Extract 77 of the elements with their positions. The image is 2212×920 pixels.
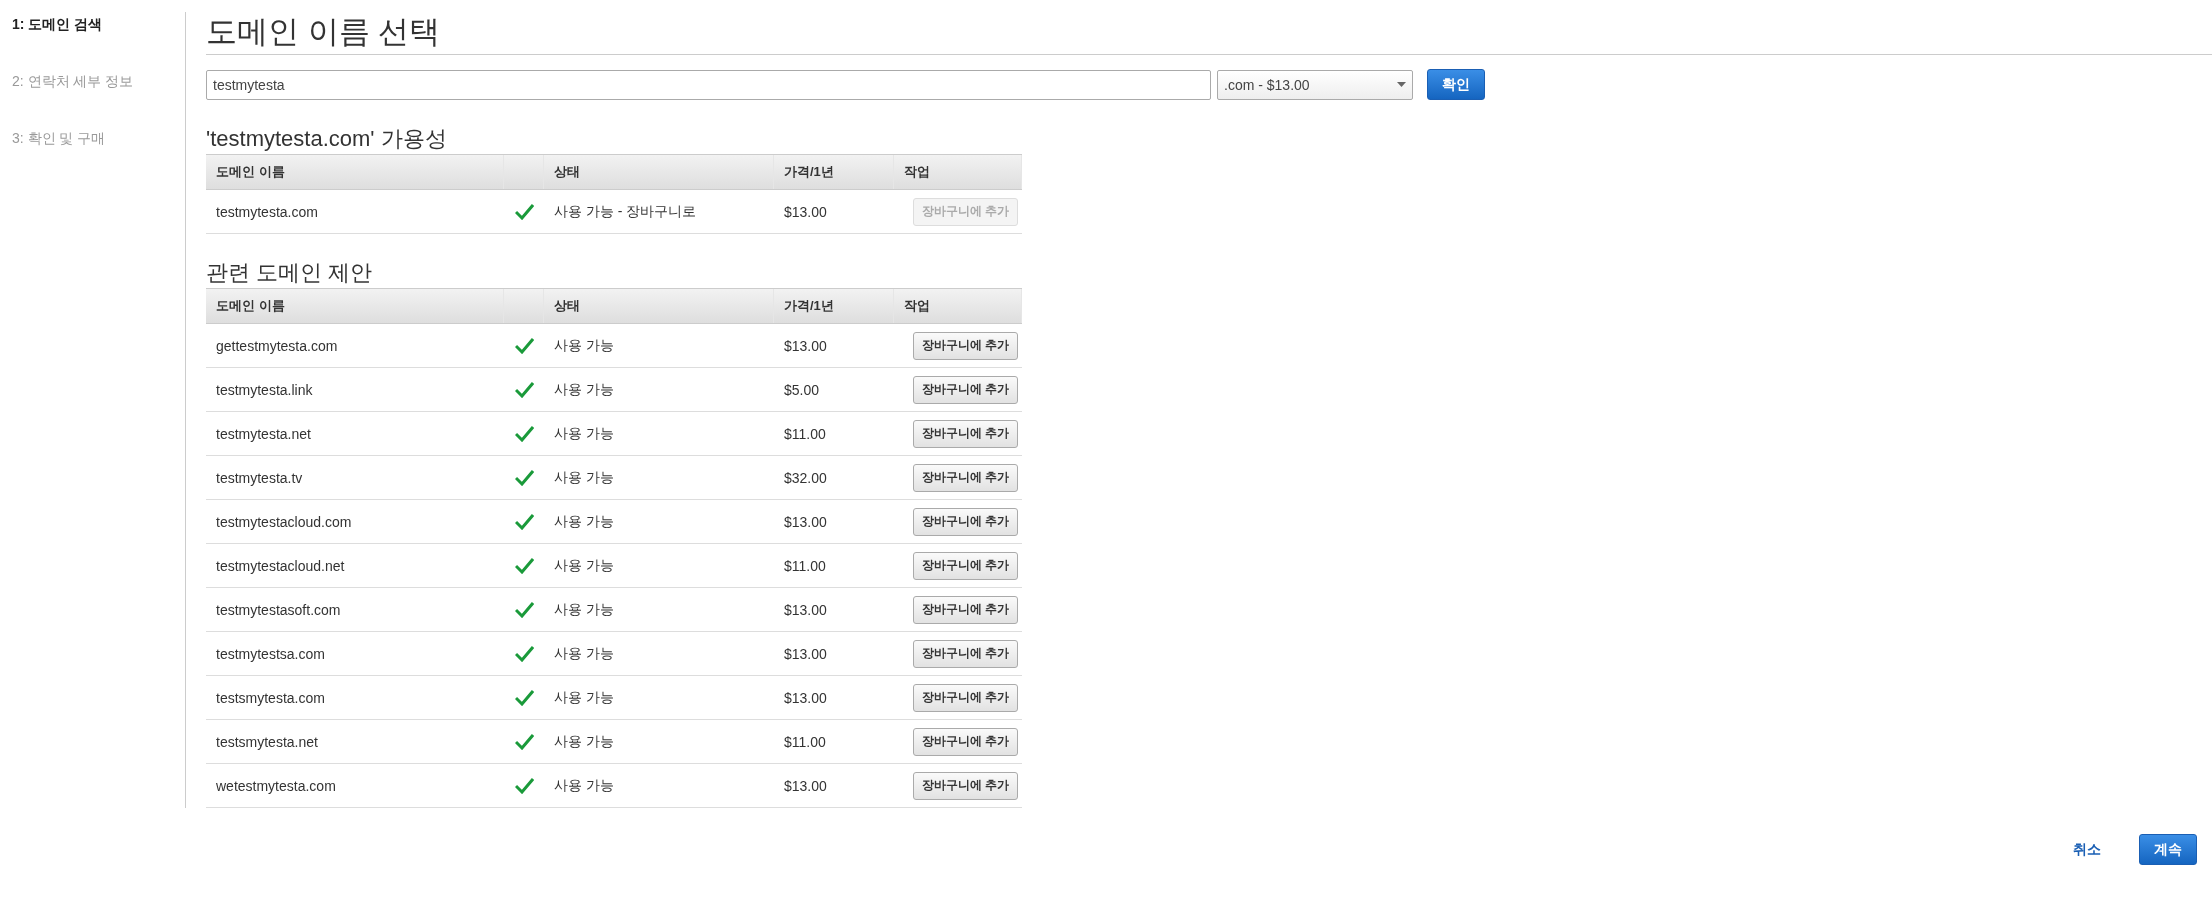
domain-name: testsmytesta.com xyxy=(215,689,326,706)
price-text: $11.00 xyxy=(783,425,827,442)
add-to-cart-button[interactable]: 장바구니에 추가 xyxy=(912,419,1018,448)
price-text: $11.00 xyxy=(783,733,827,750)
add-to-cart-button[interactable]: 장바구니에 추가 xyxy=(912,727,1018,756)
add-to-cart-button[interactable]: 장바구니에 추가 xyxy=(912,375,1018,404)
page-title: 도메인 이름 선택 xyxy=(206,13,442,51)
section-heading: 'testmytesta.com' 가용성 xyxy=(206,126,448,152)
checkmark-icon xyxy=(514,557,534,574)
checkmark-icon xyxy=(514,381,534,398)
column-header: 작업 xyxy=(894,289,1022,323)
status-text: 사용 가능 xyxy=(553,688,615,707)
status-text: 사용 가능 xyxy=(553,644,615,663)
price-text: $11.00 xyxy=(783,557,827,574)
column-header: 도메인 이름 xyxy=(206,289,504,323)
column-header: 상태 xyxy=(544,289,774,323)
status-text: 사용 가능 xyxy=(553,600,615,619)
price-text: $13.00 xyxy=(783,689,828,706)
price-text: $13.00 xyxy=(783,337,828,354)
column-header: 상태 xyxy=(544,155,774,189)
add-to-cart-button[interactable]: 장바구니에 추가 xyxy=(912,683,1018,712)
add-to-cart-button[interactable]: 장바구니에 추가 xyxy=(912,595,1018,624)
status-text: 사용 가능 xyxy=(553,468,615,487)
status-text: 사용 가능 xyxy=(553,380,615,399)
cancel-link[interactable]: 취소 xyxy=(2073,840,2101,859)
step-item[interactable]: 1: 도메인 검색 xyxy=(12,16,185,33)
column-header: 작업 xyxy=(894,155,1022,189)
column-header: 도메인 이름 xyxy=(206,155,504,189)
status-text: 사용 가능 xyxy=(553,512,615,531)
caret-icon xyxy=(1397,82,1406,87)
domain-name: testmytestacloud.com xyxy=(215,513,353,530)
checkmark-icon xyxy=(514,425,534,442)
domain-name: testmytesta.net xyxy=(215,425,312,442)
domain-name: testmytesta.link xyxy=(215,381,314,398)
add-to-cart-button[interactable]: 장바구니에 추가 xyxy=(912,551,1018,580)
price-text: $13.00 xyxy=(783,645,828,662)
checkmark-icon xyxy=(514,645,534,662)
status-text: 사용 가능 xyxy=(553,732,615,751)
checkmark-icon xyxy=(514,689,534,706)
checkmark-icon xyxy=(514,733,534,750)
domain-name: gettestmytesta.com xyxy=(215,337,339,354)
column-header: 가격/1년 xyxy=(774,155,894,189)
status-text: 사용 가능 xyxy=(553,776,615,795)
confirm-button[interactable]: 확인 xyxy=(1427,69,1485,100)
checkmark-icon xyxy=(514,513,534,530)
domain-name: testmytesta.com xyxy=(215,203,319,220)
tld-dropdown[interactable]: .com - $13.00 xyxy=(1217,69,1413,100)
add-to-cart-button[interactable]: 장바구니에 추가 xyxy=(912,331,1018,360)
domain-name: wetestmytesta.com xyxy=(215,777,337,794)
price-text: $13.00 xyxy=(783,601,828,618)
add-to-cart-button[interactable]: 장바구니에 추가 xyxy=(912,507,1018,536)
checkmark-icon xyxy=(514,601,534,618)
checkmark-icon xyxy=(514,337,534,354)
checkmark-icon xyxy=(514,777,534,794)
add-to-cart-button[interactable]: 장바구니에 추가 xyxy=(912,463,1018,492)
column-header: 가격/1년 xyxy=(774,289,894,323)
price-text: $32.00 xyxy=(783,469,828,486)
domain-input[interactable]: testmytesta xyxy=(206,69,1211,100)
section-heading: 관련 도메인 제안 xyxy=(206,260,374,286)
status-text: 사용 가능 xyxy=(553,336,615,355)
domain-name: testmytestasoft.com xyxy=(215,601,342,618)
add-to-cart-button[interactable]: 장바구니에 추가 xyxy=(912,771,1018,800)
continue-button[interactable]: 계속 xyxy=(2139,834,2197,865)
status-text: 사용 가능 xyxy=(553,556,615,575)
price-text: $13.00 xyxy=(783,513,828,530)
checkmark-icon xyxy=(514,203,534,220)
status-text: 사용 가능 - 장바구니로 xyxy=(553,202,698,221)
add-to-cart-button[interactable]: 장바구니에 추가 xyxy=(912,639,1018,668)
checkmark-icon xyxy=(514,469,534,486)
domain-name: testmytestsa.com xyxy=(215,645,326,662)
domain-name: testsmytesta.net xyxy=(215,733,319,750)
price-text: $13.00 xyxy=(783,777,828,794)
status-text: 사용 가능 xyxy=(553,424,615,443)
domain-name: testmytestacloud.net xyxy=(215,557,346,574)
price-text: $13.00 xyxy=(783,203,828,220)
price-text: $5.00 xyxy=(783,381,821,398)
domain-name: testmytesta.tv xyxy=(215,469,304,486)
